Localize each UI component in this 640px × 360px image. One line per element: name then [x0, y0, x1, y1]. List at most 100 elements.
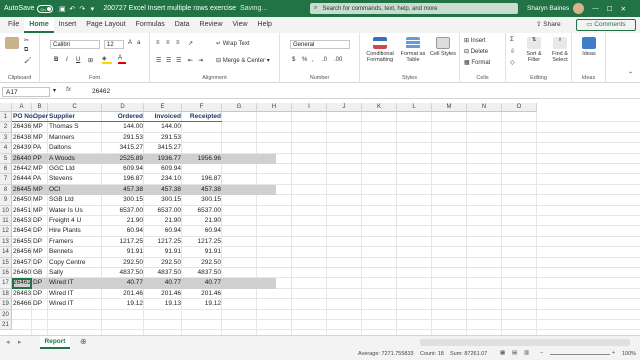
table-cell[interactable]: Freight 4 U [48, 216, 102, 226]
orientation-icon[interactable]: ↗ [188, 40, 193, 47]
table-cell[interactable]: Hire Plants [48, 226, 102, 236]
table-cell[interactable]: 457.38 [102, 185, 144, 195]
table-cell[interactable]: 21.90 [102, 216, 144, 226]
table-cell[interactable]: OCI [48, 185, 102, 195]
table-cell[interactable]: 4837.50 [182, 268, 222, 278]
column-header[interactable]: H [257, 103, 292, 112]
table-cell[interactable]: DP [32, 299, 48, 309]
table-cell[interactable]: 300.15 [144, 195, 182, 205]
column-header[interactable]: M [432, 103, 467, 112]
column-header[interactable]: O [502, 103, 537, 112]
row-header[interactable]: 18 [0, 288, 12, 300]
align-center-icon[interactable]: ☰ [166, 57, 171, 64]
find-select-button[interactable]: ⌕ Find & Select [548, 37, 572, 63]
table-cell[interactable]: DP [32, 278, 48, 288]
fx-icon[interactable]: fx [66, 86, 71, 93]
table-cell[interactable]: Copy Centre [48, 258, 102, 268]
table-cell[interactable]: 19.12 [102, 299, 144, 309]
grow-font-icon[interactable]: A [128, 40, 132, 46]
table-cell[interactable]: 6537.00 [182, 206, 222, 216]
row-header[interactable]: 1 [0, 112, 12, 123]
align-left-icon[interactable]: ☰ [156, 57, 161, 64]
tab-home[interactable]: Home [24, 17, 54, 33]
table-cell[interactable]: 292.50 [182, 258, 222, 268]
decrease-indent-icon[interactable]: ⇤ [188, 57, 193, 64]
tab-view[interactable]: View [228, 17, 253, 33]
table-cell[interactable]: 40.77 [144, 278, 182, 288]
table-cell[interactable]: Daltons [48, 143, 102, 153]
table-cell[interactable]: 1936.77 [144, 154, 182, 164]
normal-view-icon[interactable]: ▦ [500, 350, 505, 356]
table-cell[interactable]: 26445 [12, 185, 32, 195]
table-cell[interactable]: 91.91 [144, 247, 182, 257]
share-button[interactable]: ⇪ Share [536, 19, 572, 31]
undo-icon[interactable]: ↶ [67, 5, 77, 13]
maximize-icon[interactable]: ☐ [607, 5, 613, 13]
table-cell[interactable]: 60.94 [182, 226, 222, 236]
row-header[interactable]: 17 [0, 278, 12, 289]
italic-icon[interactable]: I [66, 57, 68, 63]
table-cell[interactable]: 300.15 [102, 195, 144, 205]
row-header[interactable]: 14 [0, 247, 12, 258]
table-cell[interactable]: 19.12 [182, 299, 222, 309]
increase-indent-icon[interactable]: ⇥ [198, 57, 203, 64]
table-cell[interactable]: 1217.25 [144, 237, 182, 247]
tab-review[interactable]: Review [195, 17, 228, 33]
prev-sheet-icon[interactable]: ◂ [6, 338, 10, 346]
table-cell[interactable]: 40.77 [182, 278, 222, 288]
fill-icon[interactable]: ⇩ [510, 48, 515, 55]
horizontal-scrollbar[interactable] [420, 339, 630, 346]
table-cell[interactable]: Sally [48, 268, 102, 278]
table-header-cell[interactable]: Supplier [48, 112, 102, 123]
table-cell[interactable]: Stevens [48, 174, 102, 184]
table-cell[interactable]: MP [32, 122, 48, 132]
table-header-cell[interactable]: Receipted [182, 112, 222, 123]
table-cell[interactable]: PA [32, 174, 48, 184]
column-header[interactable]: I [292, 103, 327, 112]
row-header[interactable]: 5 [0, 153, 12, 164]
table-cell[interactable]: 196.87 [102, 174, 144, 184]
user-name[interactable]: Sharyn Baines [527, 5, 569, 12]
column-header[interactable]: N [467, 103, 502, 112]
row-header[interactable]: 2 [0, 122, 12, 133]
table-cell[interactable]: 26442 [12, 164, 32, 174]
cell-styles-button[interactable]: Cell Styles [430, 37, 456, 57]
tab-data[interactable]: Data [170, 17, 195, 33]
table-cell[interactable]: GGC Ltd [48, 164, 102, 174]
table-cell[interactable]: 300.15 [182, 195, 222, 205]
table-cell[interactable]: Manners [48, 133, 102, 143]
table-cell[interactable]: Framers [48, 237, 102, 247]
save-icon[interactable]: ▣ [57, 5, 67, 13]
table-cell[interactable] [182, 133, 222, 143]
tab-insert[interactable]: Insert [54, 17, 82, 33]
column-header[interactable]: K [362, 103, 397, 112]
table-header-cell[interactable]: Ordered [102, 112, 144, 123]
table-cell[interactable]: PA [32, 143, 48, 153]
number-format-dropdown[interactable]: General [290, 40, 350, 49]
table-cell[interactable]: DP [32, 216, 48, 226]
column-header[interactable]: D [102, 103, 144, 112]
table-header-cell[interactable]: Oper [32, 112, 48, 123]
conditional-formatting-button[interactable]: Conditional Formatting [364, 37, 396, 63]
table-cell[interactable]: 144.00 [102, 122, 144, 132]
close-icon[interactable]: ✕ [621, 5, 626, 13]
column-header[interactable]: J [327, 103, 362, 112]
table-cell[interactable]: MP [32, 195, 48, 205]
page-layout-view-icon[interactable]: ▤ [512, 350, 517, 356]
table-cell[interactable]: 201.46 [144, 289, 182, 299]
table-cell[interactable]: Wired IT [48, 299, 102, 309]
tab-formulas[interactable]: Formulas [131, 17, 170, 33]
select-all-corner[interactable] [0, 103, 12, 112]
table-cell[interactable] [182, 143, 222, 153]
paste-button[interactable] [4, 37, 20, 51]
clear-icon[interactable]: ◇ [510, 59, 515, 66]
table-cell[interactable]: 26444 [12, 174, 32, 184]
table-cell[interactable]: 2525.89 [102, 154, 144, 164]
tab-file[interactable]: File [3, 17, 24, 33]
table-cell[interactable]: 91.91 [182, 247, 222, 257]
table-cell[interactable]: 6537.00 [102, 206, 144, 216]
table-cell[interactable]: PP [32, 154, 48, 164]
autosum-icon[interactable]: Σ [510, 37, 514, 43]
bold-icon[interactable]: B [54, 57, 58, 63]
table-cell[interactable]: 201.46 [182, 289, 222, 299]
